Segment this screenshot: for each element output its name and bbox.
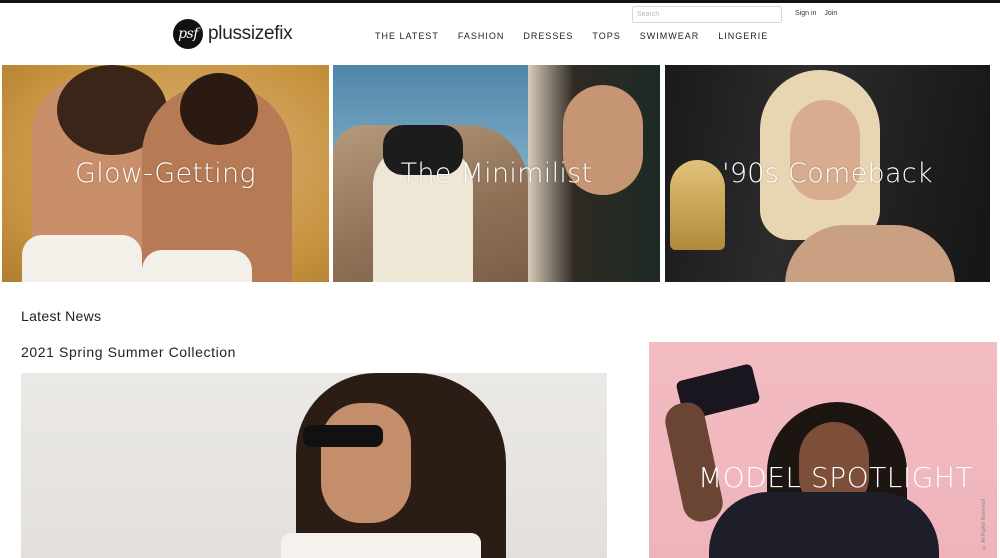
photo-body: [709, 492, 939, 558]
nav-item-dresses[interactable]: DRESSES: [523, 31, 573, 41]
main-nav: THE LATEST FASHION DRESSES TOPS SWIMWEAR…: [375, 31, 787, 41]
tile-label: '90s Comeback: [722, 158, 933, 189]
auth-links: Sign in Join: [795, 10, 837, 17]
nav-item-tops[interactable]: TOPS: [592, 31, 620, 41]
article-image[interactable]: [21, 373, 607, 558]
nav-item-fashion[interactable]: FASHION: [458, 31, 505, 41]
photo-top-white: [22, 235, 142, 282]
tile-label: Glow-Getting: [75, 158, 256, 189]
search-input[interactable]: [632, 6, 782, 23]
photo-top-white-2: [142, 250, 252, 282]
tile-label: The Minimilist: [400, 158, 593, 189]
nav-item-the-latest[interactable]: THE LATEST: [375, 31, 439, 41]
photo-gramophone: [670, 160, 725, 250]
photo-top-white: [281, 533, 481, 558]
feature-tile-glow-getting[interactable]: Glow-Getting: [2, 65, 329, 282]
section-title-latest-news: Latest News: [21, 308, 102, 324]
sunglasses-icon: [303, 425, 383, 447]
site-logo[interactable]: psf plussizefix: [173, 19, 293, 49]
logo-text: plussizefix: [208, 23, 293, 44]
feature-tile-the-minimilist[interactable]: The Minimilist: [333, 65, 660, 282]
nav-item-lingerie[interactable]: LINGERIE: [718, 31, 768, 41]
logo-mark-icon: psf: [173, 19, 203, 49]
photo-hair-right: [180, 73, 258, 145]
model-spotlight-card[interactable]: MODEL SPOTLIGHT © All Rights Reserved: [649, 342, 997, 558]
photo-face: [321, 403, 411, 523]
article-title[interactable]: 2021 Spring Summer Collection: [21, 344, 236, 360]
nav-item-swimwear[interactable]: SWIMWEAR: [640, 31, 700, 41]
join-link[interactable]: Join: [824, 10, 837, 17]
top-border: [0, 0, 1000, 3]
feature-tile-90s-comeback[interactable]: '90s Comeback: [665, 65, 990, 282]
photo-credit: © All Rights Reserved: [981, 498, 987, 550]
spotlight-label: MODEL SPOTLIGHT: [698, 460, 973, 494]
sign-in-link[interactable]: Sign in: [795, 10, 816, 17]
